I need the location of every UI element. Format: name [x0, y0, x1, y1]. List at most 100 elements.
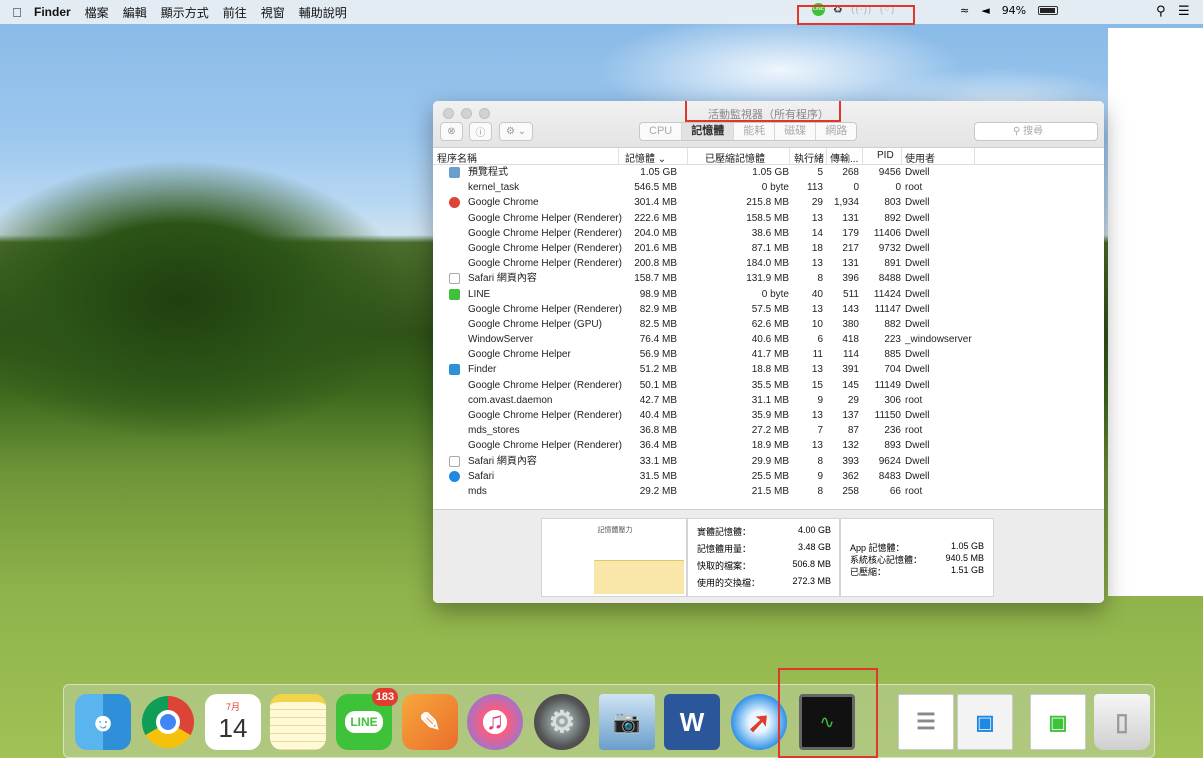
- tab-cpu[interactable]: CPU: [640, 123, 683, 140]
- table-row[interactable]: Google Chrome Helper (Renderer) 82.9 MB 57…: [433, 302, 1104, 317]
- process-name: Google Chrome Helper (Renderer): [468, 227, 622, 239]
- col-ports[interactable]: 傳輸...: [830, 150, 858, 165]
- tab-disk[interactable]: 磁碟: [775, 123, 817, 140]
- user-value: Dwell: [905, 167, 930, 178]
- pid-value: 306: [884, 394, 901, 406]
- user-value: Dwell: [905, 288, 930, 300]
- table-row[interactable]: kernel_task 546.5 MB 0 byte 113 0 0 root: [433, 180, 1104, 195]
- preview-icon: 📷: [613, 709, 641, 734]
- dock-screenshot-2[interactable]: ▣: [1030, 694, 1086, 750]
- dock-trash[interactable]: ▯: [1094, 694, 1150, 750]
- table-row[interactable]: com.avast.daemon 42.7 MB 31.1 MB 9 29 306 root: [433, 393, 1104, 408]
- pid-value: 9624: [878, 455, 901, 467]
- tab-energy[interactable]: 能耗: [734, 123, 776, 140]
- table-row[interactable]: Google Chrome Helper (Renderer) 40.4 MB 35…: [433, 408, 1104, 423]
- compressed-value: 29.9 MB: [751, 455, 789, 467]
- table-row[interactable]: Google Chrome Helper (Renderer) 222.6 MB 1…: [433, 211, 1104, 226]
- table-row[interactable]: Safari 31.5 MB 25.5 MB 9 362 8483 Dwell: [433, 469, 1104, 484]
- dock-line[interactable]: LINE 183: [336, 688, 398, 750]
- dock-finder[interactable]: ☻: [75, 694, 131, 750]
- pid-value: 0: [895, 182, 901, 194]
- menu-file[interactable]: 檔案: [85, 4, 109, 21]
- table-row[interactable]: Google Chrome Helper (Renderer) 36.4 MB 18…: [433, 438, 1104, 453]
- apple-menu-icon[interactable]: : [0, 5, 34, 20]
- menu-help[interactable]: 輔助說明: [299, 4, 347, 21]
- table-row[interactable]: Safari 網頁內容 33.1 MB 29.9 MB 8 393 9624 Dwell: [433, 454, 1104, 469]
- process-name: kernel_task: [468, 182, 520, 194]
- table-row[interactable]: mds_stores 36.8 MB 27.2 MB 7 87 236 root: [433, 423, 1104, 438]
- tab-memory[interactable]: 記憶體: [682, 123, 735, 140]
- col-pid[interactable]: PID: [877, 150, 894, 161]
- user-value: Dwell: [905, 410, 930, 421]
- process-name: Safari: [468, 470, 495, 482]
- table-row[interactable]: Safari 網頁內容 158.7 MB 131.9 MB 8 396 8488 Dwell: [433, 271, 1104, 286]
- stop-process-button[interactable]: ⊗: [440, 122, 463, 141]
- table-row[interactable]: mds 29.2 MB 21.5 MB 8 258 66 root: [433, 484, 1104, 499]
- safari-icon: [449, 470, 460, 482]
- user-value: Dwell: [905, 212, 930, 224]
- memory-value: 29.2 MB: [639, 485, 677, 497]
- pid-value: 803: [884, 197, 901, 209]
- ports-value: 393: [842, 455, 859, 467]
- system-preferences-icon: ⚙: [548, 705, 576, 739]
- menu-edit[interactable]: 編輯: [123, 4, 147, 21]
- notification-center-icon[interactable]: ☰: [1178, 4, 1190, 19]
- process-name: Google Chrome Helper (Renderer): [468, 242, 622, 254]
- pid-value: 11147: [874, 303, 901, 315]
- memory-value: 36.8 MB: [639, 425, 677, 437]
- ports-value: 268: [842, 167, 859, 178]
- table-row[interactable]: WindowServer 76.4 MB 40.6 MB 6 418 223 _window…: [433, 332, 1104, 347]
- menu-window[interactable]: 視窗: [261, 4, 285, 21]
- line-icon: [449, 288, 460, 300]
- itunes-icon: ♫: [486, 708, 504, 735]
- user-value: Dwell: [905, 227, 930, 239]
- tab-network[interactable]: 網路: [816, 123, 856, 140]
- menu-finder[interactable]: Finder: [34, 5, 71, 19]
- col-threads[interactable]: 執行緒: [794, 150, 824, 165]
- col-process-name[interactable]: 程序名稱: [437, 150, 477, 165]
- dock-screenshot[interactable]: ▣: [957, 694, 1013, 750]
- dock-pages[interactable]: ✎: [402, 694, 458, 750]
- spotlight-search-icon[interactable]: ⚲: [1156, 4, 1166, 19]
- ports-value: 143: [842, 303, 859, 315]
- table-row[interactable]: Google Chrome Helper (Renderer) 200.8 MB 1…: [433, 256, 1104, 271]
- table-row[interactable]: LINE 98.9 MB 0 byte 40 511 11424 Dwell: [433, 287, 1104, 302]
- table-row[interactable]: 預覽程式 1.05 GB 1.05 GB 5 268 9456 Dwell: [433, 165, 1104, 180]
- battery-icon[interactable]: [1038, 6, 1059, 15]
- table-row[interactable]: Google Chrome Helper (Renderer) 201.6 MB 8…: [433, 241, 1104, 256]
- table-row[interactable]: Google Chrome Helper (GPU) 82.5 MB 62.6 MB…: [433, 317, 1104, 332]
- search-placeholder: 搜尋: [1023, 126, 1044, 137]
- dock-itunes[interactable]: ♫: [467, 694, 523, 750]
- process-name: Google Chrome Helper (Renderer): [468, 379, 622, 391]
- wifi-icon[interactable]: ≈: [960, 4, 969, 17]
- dock-notes[interactable]: [270, 694, 326, 750]
- col-memory[interactable]: 記憶體 ⌄: [625, 150, 666, 165]
- table-row[interactable]: Google Chrome Helper (Renderer) 50.1 MB 35…: [433, 378, 1104, 393]
- table-row[interactable]: Google Chrome Helper 56.9 MB 41.7 MB 11 114 8…: [433, 347, 1104, 362]
- dock-system-preferences[interactable]: ⚙: [534, 694, 590, 750]
- info-button[interactable]: ⓘ: [469, 122, 492, 141]
- col-user[interactable]: 使用者: [905, 150, 935, 165]
- col-compressed[interactable]: 已壓縮記憶體: [705, 150, 765, 165]
- table-row[interactable]: Google Chrome Helper (Renderer) 204.0 MB 3…: [433, 226, 1104, 241]
- menu-go[interactable]: 前往: [223, 4, 247, 21]
- dock-calendar[interactable]: 7月 14: [205, 694, 261, 750]
- user-value: _windowserver: [905, 334, 972, 346]
- volume-icon[interactable]: ◄: [981, 4, 989, 17]
- memory-stat: 實體記憶體： 4.00 GB: [697, 525, 837, 538]
- dock-word[interactable]: W: [664, 694, 720, 750]
- compressed-value: 35.9 MB: [751, 410, 789, 421]
- table-row[interactable]: Finder 51.2 MB 18.8 MB 13 391 704 Dwell: [433, 362, 1104, 377]
- ports-value: 137: [842, 410, 859, 421]
- dock-preview[interactable]: 📷: [599, 694, 655, 750]
- threads-value: 8: [817, 485, 823, 497]
- search-input[interactable]: ⚲ 搜尋: [974, 122, 1098, 141]
- dock-chrome[interactable]: [140, 694, 196, 750]
- action-menu-button[interactable]: ⚙ ⌄: [499, 122, 533, 141]
- process-name: Google Chrome Helper (Renderer): [468, 258, 622, 270]
- dock-document[interactable]: ☰: [898, 694, 954, 750]
- battery-percent[interactable]: 94%: [1002, 4, 1026, 17]
- table-row[interactable]: Google Chrome 301.4 MB 215.8 MB 29 1,934 803 D…: [433, 195, 1104, 210]
- menu-view[interactable]: 顯示方式: [161, 4, 209, 21]
- threads-value: 18: [811, 242, 823, 254]
